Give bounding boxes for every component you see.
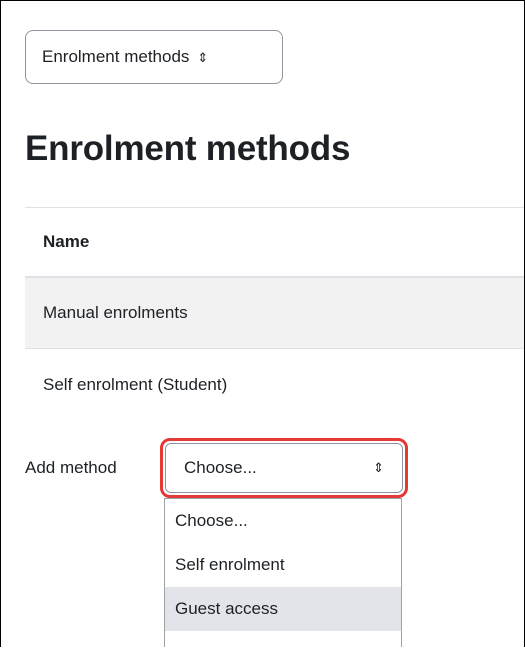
table-header-name: Name: [25, 208, 524, 278]
add-method-dropdown: Choose... Self enrolment Guest access: [164, 498, 402, 647]
enrolment-methods-table: Name Manual enrolments Self enrolment (S…: [25, 207, 524, 420]
screenshot-frame: Enrolment methods ⇕ Enrolment methods Na…: [0, 0, 525, 647]
add-method-select[interactable]: Choose... ⇕: [165, 443, 403, 493]
dropdown-option-self-enrolment[interactable]: Self enrolment: [165, 543, 401, 587]
table-cell-name: Self enrolment (Student): [43, 374, 228, 394]
table-row: Manual enrolments: [25, 278, 524, 349]
enrolment-methods-jump-select[interactable]: Enrolment methods ⇕: [25, 30, 283, 84]
add-method-label: Add method: [25, 458, 117, 477]
chevron-updown-icon: ⇕: [373, 460, 384, 475]
page-title: Enrolment methods: [25, 129, 351, 168]
table-row: Self enrolment (Student): [25, 349, 524, 420]
dropdown-option-choose[interactable]: Choose...: [165, 499, 401, 543]
jump-select-label: Enrolment methods: [42, 47, 190, 66]
chevron-updown-icon: ⇕: [197, 49, 209, 65]
add-method-selected-value: Choose...: [184, 458, 257, 477]
dropdown-option-guest-access[interactable]: Guest access: [165, 587, 401, 631]
table-cell-name: Manual enrolments: [43, 303, 188, 322]
